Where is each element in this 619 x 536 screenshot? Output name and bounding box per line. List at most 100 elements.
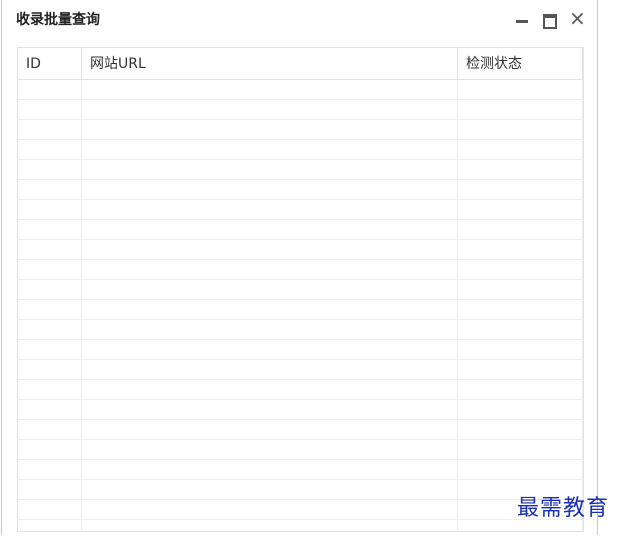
table-cell — [18, 180, 82, 199]
table-cell — [458, 380, 583, 399]
table-cell — [82, 400, 458, 419]
table-row[interactable] — [18, 260, 583, 280]
table-cell — [82, 160, 458, 179]
table-row[interactable] — [18, 340, 583, 360]
table-cell — [82, 80, 458, 99]
table-cell — [458, 400, 583, 419]
table-row[interactable] — [18, 480, 583, 500]
table-row[interactable] — [18, 360, 583, 380]
table-cell — [18, 280, 82, 299]
table-row[interactable] — [18, 200, 583, 220]
title-bar[interactable]: 收录批量查询 × — [2, 0, 597, 40]
table-row[interactable] — [18, 240, 583, 260]
table-row[interactable] — [18, 300, 583, 320]
table-cell — [458, 240, 583, 259]
table-cell — [18, 220, 82, 239]
table-cell — [82, 280, 458, 299]
table-cell — [18, 120, 82, 139]
watermark-text: 最需教育 — [516, 496, 609, 521]
table-cell — [458, 260, 583, 279]
table-cell — [458, 320, 583, 339]
table-cell — [18, 320, 82, 339]
table-cell — [18, 360, 82, 379]
table-row[interactable] — [18, 440, 583, 460]
table-cell — [82, 380, 458, 399]
table-row[interactable] — [18, 80, 583, 100]
column-header-status[interactable]: 检测状态 — [458, 48, 583, 79]
table-cell — [82, 100, 458, 119]
table-row[interactable] — [18, 220, 583, 240]
table-cell — [18, 460, 82, 479]
table-row[interactable] — [18, 520, 583, 531]
table-cell — [82, 320, 458, 339]
close-icon: × — [569, 6, 586, 30]
table-cell — [18, 100, 82, 119]
table-row[interactable] — [18, 400, 583, 420]
batch-query-window: 收录批量查询 × ID 网站URL 检测状态 — [1, 0, 598, 535]
table-cell — [82, 480, 458, 499]
column-header-url[interactable]: 网站URL — [82, 48, 458, 79]
table-cell — [82, 440, 458, 459]
table-cell — [18, 400, 82, 419]
table-cell — [458, 340, 583, 359]
table-cell — [458, 120, 583, 139]
table-cell — [458, 360, 583, 379]
table-cell — [82, 520, 458, 531]
table-row[interactable] — [18, 280, 583, 300]
table-cell — [82, 260, 458, 279]
table-cell — [458, 140, 583, 159]
table-row[interactable] — [18, 120, 583, 140]
table-row[interactable] — [18, 180, 583, 200]
table-cell — [458, 420, 583, 439]
window-controls: × — [505, 6, 589, 30]
minimize-button[interactable] — [511, 10, 533, 30]
table-cell — [82, 300, 458, 319]
table-cell — [18, 160, 82, 179]
table-row[interactable] — [18, 420, 583, 440]
table-cell — [18, 420, 82, 439]
table-cell — [18, 480, 82, 499]
table-cell — [18, 520, 82, 531]
table-header: ID 网站URL 检测状态 — [18, 48, 583, 80]
table-cell — [82, 120, 458, 139]
table-cell — [82, 360, 458, 379]
table-cell — [458, 300, 583, 319]
table-cell — [18, 340, 82, 359]
table-cell — [18, 240, 82, 259]
table-body — [18, 80, 583, 531]
table-cell — [458, 280, 583, 299]
table-cell — [458, 200, 583, 219]
table-cell — [82, 340, 458, 359]
table-row[interactable] — [18, 460, 583, 480]
table-cell — [82, 420, 458, 439]
maximize-icon — [543, 14, 557, 29]
table-row[interactable] — [18, 320, 583, 340]
table-cell — [82, 500, 458, 519]
minimize-icon — [516, 20, 528, 23]
table-cell — [458, 80, 583, 99]
table-row[interactable] — [18, 500, 583, 520]
table-row[interactable] — [18, 140, 583, 160]
table-cell — [82, 200, 458, 219]
table-cell — [82, 220, 458, 239]
close-button[interactable]: × — [567, 6, 589, 30]
table-cell — [458, 440, 583, 459]
table-cell — [18, 500, 82, 519]
table-cell — [18, 300, 82, 319]
table-row[interactable] — [18, 380, 583, 400]
table-cell — [458, 220, 583, 239]
column-header-id[interactable]: ID — [18, 48, 82, 79]
table-cell — [82, 240, 458, 259]
table-cell — [82, 460, 458, 479]
table-row[interactable] — [18, 160, 583, 180]
table-cell — [18, 200, 82, 219]
table-cell — [18, 140, 82, 159]
table-row[interactable] — [18, 100, 583, 120]
table-cell — [18, 380, 82, 399]
results-table[interactable]: ID 网站URL 检测状态 — [17, 47, 584, 532]
table-cell — [18, 260, 82, 279]
table-cell — [458, 100, 583, 119]
maximize-button[interactable] — [539, 10, 561, 30]
table-cell — [458, 180, 583, 199]
table-cell — [458, 460, 583, 479]
